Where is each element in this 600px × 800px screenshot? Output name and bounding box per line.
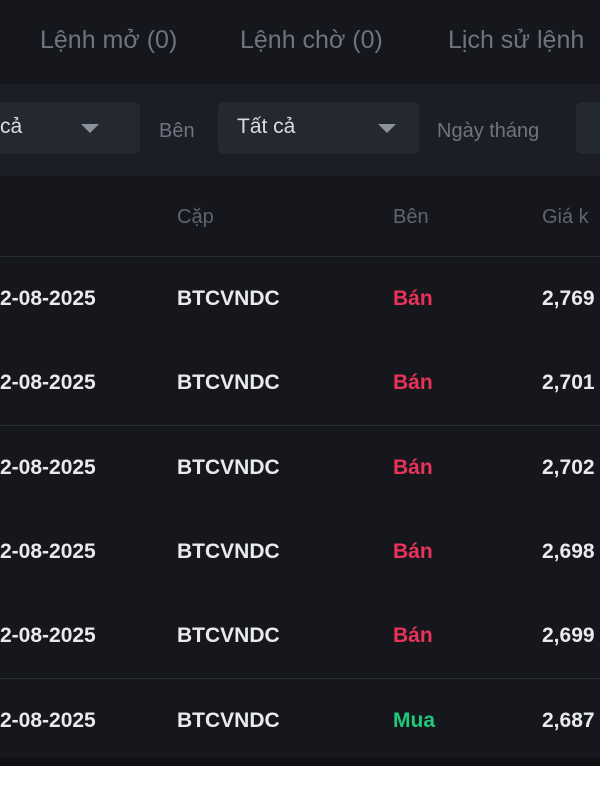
order-pair-cell: BTCVNDC [177,540,280,563]
order-side-cell: Bán [393,371,433,394]
order-side-cell: Bán [393,456,433,479]
order-pair-cell: BTCVNDC [177,371,280,394]
type-filter-value: cả [0,115,23,138]
order-price-cell: 2,702 [542,456,595,479]
side-filter-value: Tất cả [237,115,296,138]
order-pair-cell: BTCVNDC [177,709,280,732]
column-header-side: Bên [393,206,429,228]
order-date-cell: 2-08-2025 [0,624,96,647]
side-filter-select[interactable]: Tất cả [218,102,419,154]
chevron-down-icon [378,124,396,133]
order-price-cell: 2,699 [542,624,595,647]
order-history-screen: Lệnh mở (0) Lệnh chờ (0) Lịch sử lệnh cả… [0,0,600,766]
order-date-cell: 2-08-2025 [0,709,96,732]
order-side-cell: Bán [393,540,433,563]
order-price-cell: 2,687 [542,709,595,732]
column-header-price: Giá k [542,206,589,228]
table-row[interactable]: 2-08-2025 BTCVNDC Bán 2,702 [0,426,600,511]
order-side-cell: Mua [393,709,435,732]
filter-bar: cả Bên Tất cả Ngày tháng [0,84,600,176]
order-price-cell: 2,698 [542,540,595,563]
order-pair-cell: BTCVNDC [177,624,280,647]
chevron-down-icon [81,124,99,133]
tab-open-orders[interactable]: Lệnh mở (0) [40,26,177,55]
order-pair-cell: BTCVNDC [177,287,280,310]
order-date-cell: 2-08-2025 [0,456,96,479]
order-date-cell: 2-08-2025 [0,540,96,563]
type-filter-select[interactable]: cả [0,102,140,154]
date-filter-label: Ngày tháng [437,120,540,142]
order-side-cell: Bán [393,624,433,647]
table-header: Cặp Bên Giá k [0,176,600,257]
column-header-pair: Cặp [177,206,214,228]
side-filter-label: Bên [159,120,195,142]
table-row[interactable]: 2-08-2025 BTCVNDC Bán 2,698 [0,510,600,595]
table-bottom-edge [0,758,600,766]
order-pair-cell: BTCVNDC [177,456,280,479]
table-row[interactable]: 2-08-2025 BTCVNDC Bán 2,769 [0,257,600,342]
tab-order-history[interactable]: Lịch sử lệnh [448,26,584,55]
order-date-cell: 2-08-2025 [0,371,96,394]
table-row[interactable]: 2-08-2025 BTCVNDC Bán 2,701 [0,341,600,426]
table-row[interactable]: 2-08-2025 BTCVNDC Bán 2,699 [0,594,600,679]
order-price-cell: 2,701 [542,371,595,394]
order-side-cell: Bán [393,287,433,310]
table-row[interactable]: 2-08-2025 BTCVNDC Mua 2,687 [0,679,600,764]
order-tabs: Lệnh mở (0) Lệnh chờ (0) Lịch sử lệnh [0,0,600,85]
date-filter-input[interactable] [576,102,600,154]
tab-pending-orders[interactable]: Lệnh chờ (0) [240,26,383,55]
order-price-cell: 2,769 [542,287,595,310]
order-date-cell: 2-08-2025 [0,287,96,310]
